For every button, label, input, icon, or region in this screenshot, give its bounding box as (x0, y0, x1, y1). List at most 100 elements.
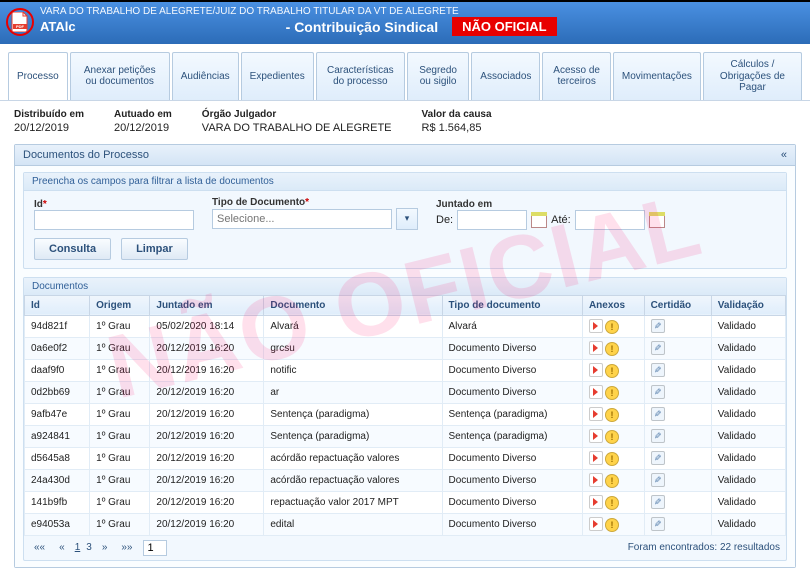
tab-6[interactable]: Associados (471, 52, 540, 100)
tab-3[interactable]: Expedientes (241, 52, 314, 100)
pdf-icon[interactable] (589, 451, 603, 465)
table-row[interactable]: 141b9fb1º Grau20/12/2019 16:20repactuaçã… (25, 491, 786, 513)
juntado-label: Juntado em (436, 199, 492, 210)
date-to-input[interactable] (575, 210, 645, 230)
table-row[interactable]: 0a6e0f21º Grau20/12/2019 16:20grcsuDocum… (25, 337, 786, 359)
cert-icon[interactable] (651, 429, 665, 443)
validacao-cell: Validado (711, 403, 785, 425)
cert-icon[interactable] (651, 495, 665, 509)
pdf-icon[interactable] (589, 473, 603, 487)
table-cell: Documento Diverso (442, 381, 582, 403)
certidao-cell (644, 403, 711, 425)
pager-goto-input[interactable] (143, 540, 167, 556)
certidao-cell (644, 513, 711, 535)
table-header[interactable]: Certidão (644, 295, 711, 315)
table-row[interactable]: d5645a81º Grau20/12/2019 16:20acórdão re… (25, 447, 786, 469)
table-cell: daaf9f0 (25, 359, 90, 381)
warn-icon[interactable] (605, 430, 619, 444)
cert-icon[interactable] (651, 319, 665, 333)
table-header[interactable]: Origem (90, 295, 150, 315)
table-cell: 20/12/2019 16:20 (150, 447, 264, 469)
pdf-icon[interactable] (589, 319, 603, 333)
table-header[interactable]: Documento (264, 295, 442, 315)
cert-icon[interactable] (651, 363, 665, 377)
table-cell: 20/12/2019 16:20 (150, 425, 264, 447)
table-cell: 20/12/2019 16:20 (150, 337, 264, 359)
header-subject: - Contribuição Sindical (286, 19, 438, 35)
calendar-to-icon[interactable] (649, 212, 665, 228)
table-row[interactable]: 0d2bb691º Grau20/12/2019 16:20arDocument… (25, 381, 786, 403)
table-cell: 20/12/2019 16:20 (150, 359, 264, 381)
warn-icon[interactable] (605, 408, 619, 422)
anexos-cell (582, 403, 644, 425)
table-row[interactable]: 94d821f1º Grau05/02/2020 18:14AlvaráAlva… (25, 315, 786, 337)
tab-0[interactable]: Processo (8, 52, 68, 100)
warn-icon[interactable] (605, 364, 619, 378)
tab-8[interactable]: Movimentações (613, 52, 701, 100)
table-header[interactable]: Tipo de documento (442, 295, 582, 315)
cert-icon[interactable] (651, 341, 665, 355)
tab-9[interactable]: Cálculos / Obrigações de Pagar (703, 52, 802, 100)
table-row[interactable]: 24a430d1º Grau20/12/2019 16:20acórdão re… (25, 469, 786, 491)
warn-icon[interactable] (605, 320, 619, 334)
pager-last[interactable]: »» (117, 542, 136, 553)
tipo-dropdown-button[interactable] (396, 208, 418, 230)
tab-7[interactable]: Acesso de terceiros (542, 52, 610, 100)
table-cell: a924841 (25, 425, 90, 447)
tab-5[interactable]: Segredo ou sigilo (407, 52, 469, 100)
table-header[interactable]: Validação (711, 295, 785, 315)
tipo-input[interactable] (212, 209, 392, 229)
cert-icon[interactable] (651, 407, 665, 421)
consulta-button[interactable]: Consulta (34, 238, 111, 260)
warn-icon[interactable] (605, 496, 619, 510)
warn-icon[interactable] (605, 474, 619, 488)
table-row[interactable]: 9afb47e1º Grau20/12/2019 16:20Sentença (… (25, 403, 786, 425)
warn-icon[interactable] (605, 452, 619, 466)
anexos-cell (582, 469, 644, 491)
table-header[interactable]: Anexos (582, 295, 644, 315)
orgao-value: VARA DO TRABALHO DE ALEGRETE (202, 122, 392, 134)
validacao-cell: Validado (711, 337, 785, 359)
panel-collapse-icon[interactable]: « (781, 149, 787, 161)
limpar-button[interactable]: Limpar (121, 238, 188, 260)
pdf-icon[interactable] (589, 517, 603, 531)
warn-icon[interactable] (605, 518, 619, 532)
warn-icon[interactable] (605, 342, 619, 356)
table-header[interactable]: Juntado em (150, 295, 264, 315)
id-input[interactable] (34, 210, 194, 230)
certidao-cell (644, 469, 711, 491)
tab-1[interactable]: Anexar petições ou documentos (70, 52, 170, 100)
tab-2[interactable]: Audiências (172, 52, 239, 100)
cert-icon[interactable] (651, 451, 665, 465)
table-header[interactable]: Id (25, 295, 90, 315)
warn-icon[interactable] (605, 386, 619, 400)
pager-results: Foram encontrados: 22 resultados (628, 542, 780, 553)
pager-page[interactable]: 1 (75, 542, 81, 553)
pdf-icon[interactable] (589, 495, 603, 509)
date-from-input[interactable] (457, 210, 527, 230)
table-cell: Sentença (paradigma) (442, 403, 582, 425)
table-row[interactable]: daaf9f01º Grau20/12/2019 16:20notificDoc… (25, 359, 786, 381)
table-row[interactable]: a9248411º Grau20/12/2019 16:20Sentença (… (25, 425, 786, 447)
pdf-icon[interactable] (589, 363, 603, 377)
pdf-icon[interactable] (589, 407, 603, 421)
pdf-badge-icon[interactable]: PDF (6, 8, 34, 36)
pager-first[interactable]: «« (30, 542, 49, 553)
table-cell: Alvará (264, 315, 442, 337)
table-cell: 94d821f (25, 315, 90, 337)
pdf-icon[interactable] (589, 385, 603, 399)
pager-sep[interactable]: 3 (86, 542, 92, 553)
pager-next[interactable]: » (98, 542, 112, 553)
validacao-cell: Validado (711, 359, 785, 381)
cert-icon[interactable] (651, 517, 665, 531)
cert-icon[interactable] (651, 385, 665, 399)
pdf-icon[interactable] (589, 429, 603, 443)
pager-prev[interactable]: « (55, 542, 69, 553)
meta-row: Distribuído em 20/12/2019 Autuado em 20/… (14, 109, 796, 134)
cert-icon[interactable] (651, 473, 665, 487)
tab-4[interactable]: Características do processo (316, 52, 405, 100)
table-cell: 1º Grau (90, 337, 150, 359)
calendar-from-icon[interactable] (531, 212, 547, 228)
pdf-icon[interactable] (589, 341, 603, 355)
table-row[interactable]: e94053a1º Grau20/12/2019 16:20editalDocu… (25, 513, 786, 535)
